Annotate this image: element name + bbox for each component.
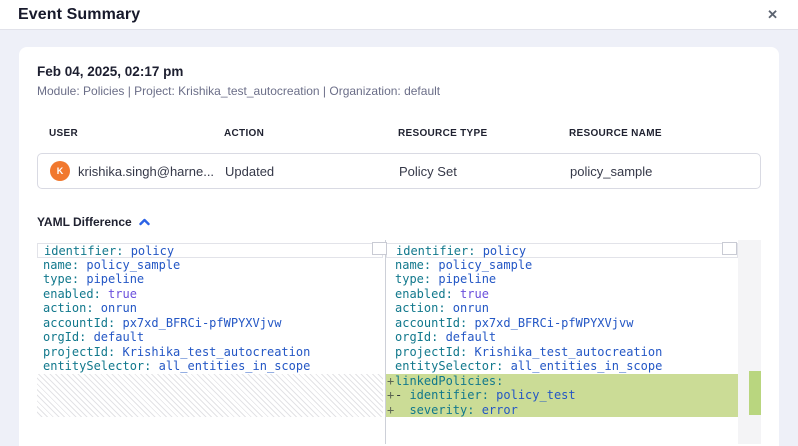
yaml-difference-label: YAML Difference bbox=[37, 215, 132, 229]
diff-line: projectId: Krishika_test_autocreation bbox=[386, 345, 738, 360]
table-row: K krishika.singh@harne... Updated Policy… bbox=[37, 153, 761, 189]
diff-line: identifier: policy bbox=[37, 243, 383, 258]
diff-line: orgId: default bbox=[386, 330, 738, 345]
event-timestamp: Feb 04, 2025, 02:17 pm bbox=[37, 64, 761, 79]
diff-line: type: pipeline bbox=[386, 272, 738, 287]
diff-line: action: onrun bbox=[37, 301, 383, 316]
modal-titlebar: Event Summary ✕ bbox=[0, 0, 798, 30]
diff-pane-original[interactable]: identifier: policyname: policy_sampletyp… bbox=[37, 240, 383, 444]
diff-line: entitySelector: all_entities_in_scope bbox=[386, 359, 738, 374]
event-meta: Module: Policies | Project: Krishika_tes… bbox=[37, 84, 761, 98]
avatar: K bbox=[50, 161, 70, 181]
resource-type-cell: Policy Set bbox=[399, 164, 570, 179]
close-icon[interactable]: ✕ bbox=[765, 6, 780, 23]
diff-line: entitySelector: all_entities_in_scope bbox=[37, 359, 383, 374]
diff-line: projectId: Krishika_test_autocreation bbox=[37, 345, 383, 360]
diff-line-added: + severity: error bbox=[386, 403, 738, 418]
added-line-plus-marker: + bbox=[387, 374, 394, 389]
diff-line-added: +linkedPolicies: bbox=[386, 374, 738, 389]
diff-line: orgId: default bbox=[37, 330, 383, 345]
audit-table: USERACTIONRESOURCE TYPERESOURCE NAME K k… bbox=[37, 128, 761, 189]
diff-line: accountId: px7xd_BFRCi-pfWPYXVjvw bbox=[37, 316, 383, 331]
column-header: RESOURCE TYPE bbox=[398, 128, 569, 139]
user-cell: K krishika.singh@harne... bbox=[50, 161, 225, 181]
diff-line: identifier: policy bbox=[386, 243, 738, 258]
yaml-diff-editor[interactable]: identifier: policyname: policy_sampletyp… bbox=[37, 240, 761, 444]
column-header: ACTION bbox=[224, 128, 398, 139]
chevron-up-icon[interactable] bbox=[139, 213, 150, 231]
user-email: krishika.singh@harne... bbox=[78, 164, 214, 179]
diff-overview-ruler[interactable] bbox=[738, 240, 761, 444]
diff-cursor-box-right bbox=[722, 242, 737, 255]
diff-line: name: policy_sample bbox=[386, 258, 738, 273]
action-cell: Updated bbox=[225, 164, 399, 179]
diff-line: accountId: px7xd_BFRCi-pfWPYXVjvw bbox=[386, 316, 738, 331]
diff-cursor-box-left bbox=[372, 242, 387, 255]
column-header: RESOURCE NAME bbox=[569, 128, 749, 139]
diff-line: enabled: true bbox=[386, 287, 738, 302]
column-header: USER bbox=[49, 128, 224, 139]
modal-body: Feb 04, 2025, 02:17 pm Module: Policies … bbox=[0, 30, 798, 446]
added-line-plus-marker: + bbox=[387, 403, 394, 418]
diff-line: type: pipeline bbox=[37, 272, 383, 287]
diff-empty-hatch bbox=[37, 374, 383, 418]
diff-line: action: onrun bbox=[386, 301, 738, 316]
event-card: Feb 04, 2025, 02:17 pm Module: Policies … bbox=[19, 47, 779, 446]
audit-table-header: USERACTIONRESOURCE TYPERESOURCE NAME bbox=[37, 128, 761, 139]
added-lines-marker bbox=[749, 371, 761, 415]
diff-line: name: policy_sample bbox=[37, 258, 383, 273]
resource-name-cell: policy_sample bbox=[570, 164, 748, 179]
yaml-difference-toggle[interactable]: YAML Difference bbox=[37, 213, 761, 231]
added-line-plus-marker: + bbox=[387, 388, 394, 403]
diff-pane-modified[interactable]: identifier: policyname: policy_sampletyp… bbox=[386, 240, 738, 444]
page-title: Event Summary bbox=[18, 6, 140, 24]
diff-line-added: +- identifier: policy_test bbox=[386, 388, 738, 403]
diff-line: enabled: true bbox=[37, 287, 383, 302]
